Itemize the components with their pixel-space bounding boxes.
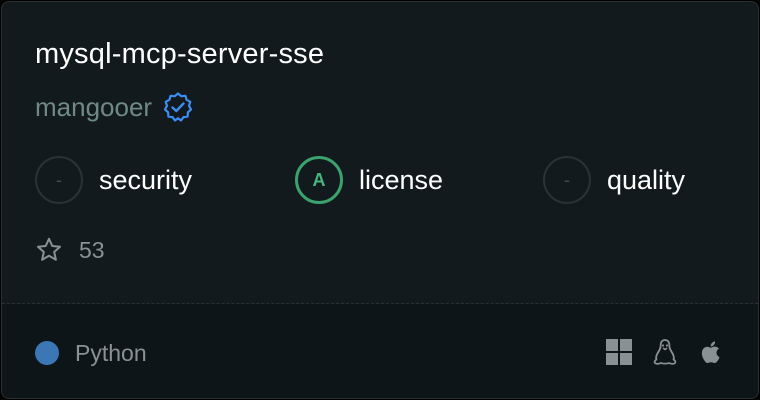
windows-icon [605,338,633,366]
apple-icon [697,338,725,366]
metric-security[interactable]: - security [35,155,192,205]
license-label: license [359,165,444,195]
language-label: Python [75,339,147,366]
server-card[interactable]: mysql-mcp-server-sse mangooer - security… [1,1,759,399]
stars-row[interactable]: 53 [35,234,105,266]
linux-icon [651,338,679,366]
card-footer: Python [2,304,758,398]
server-title[interactable]: mysql-mcp-server-sse [35,36,324,72]
quality-grade-badge: - [543,156,591,204]
stars-count: 53 [79,236,105,263]
metric-license[interactable]: A license [295,155,443,205]
star-icon[interactable] [35,236,63,264]
license-grade-badge: A [295,156,343,204]
security-label: security [99,165,193,195]
author-name[interactable]: mangooer [35,90,152,124]
metric-quality[interactable]: - quality [543,155,685,205]
verified-badge-icon [162,91,194,123]
security-grade-badge: - [35,156,83,204]
platform-icons [605,336,725,368]
language-row: Python [35,338,147,368]
language-color-dot [35,341,59,365]
author-row: mangooer [35,90,194,124]
quality-label: quality [607,165,686,195]
